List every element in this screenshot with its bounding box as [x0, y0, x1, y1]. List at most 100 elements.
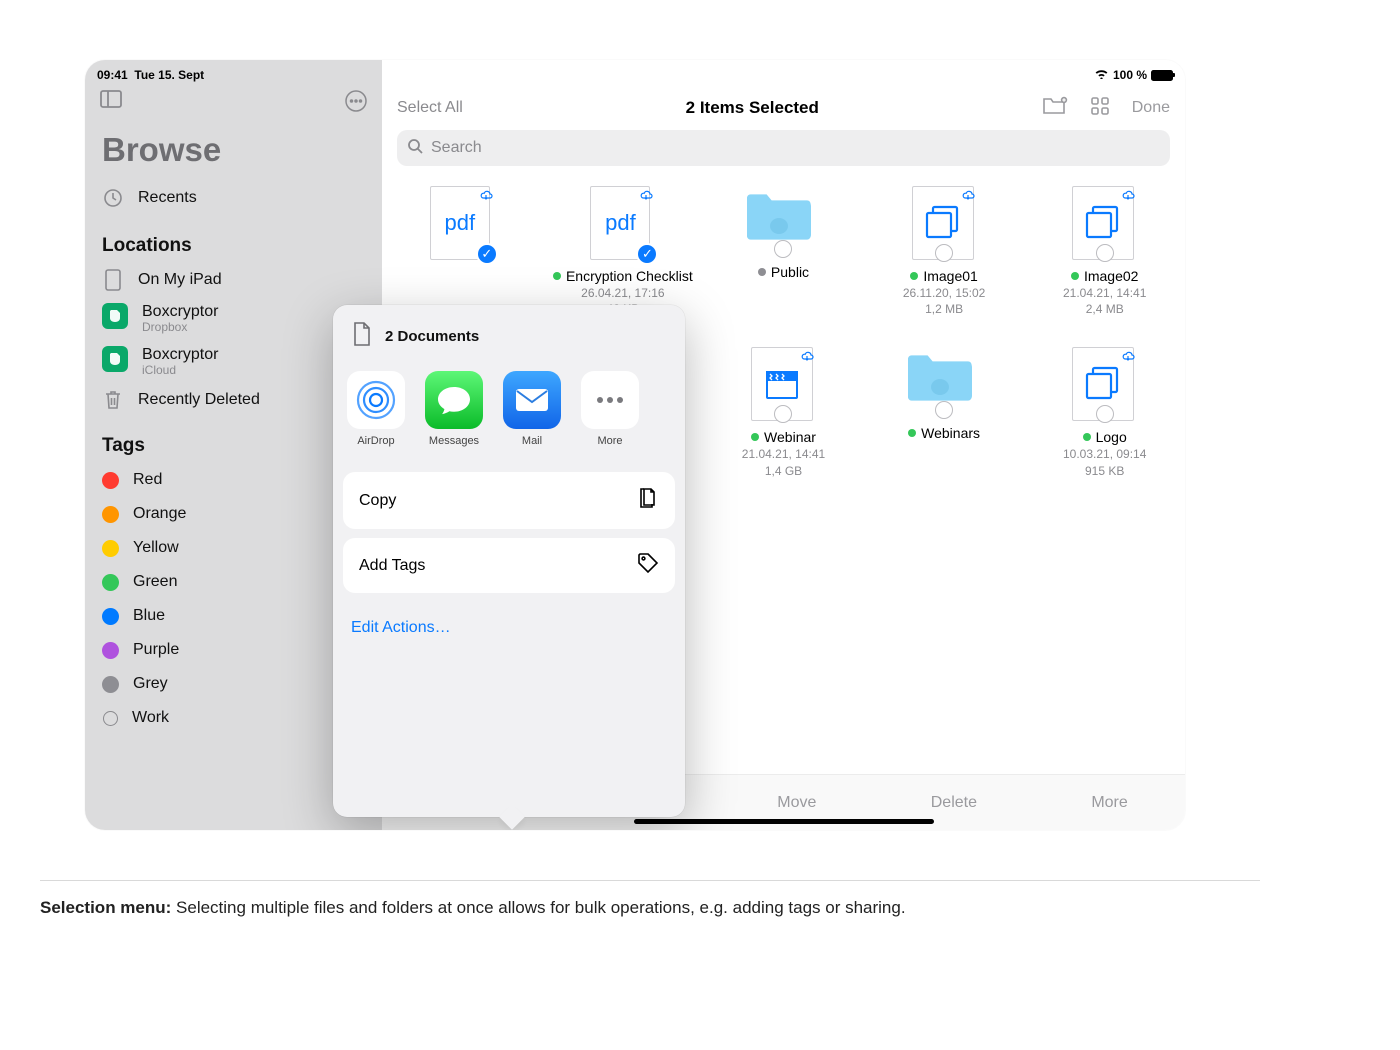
battery-percent: 100 %	[1113, 68, 1147, 82]
more-icon[interactable]	[345, 90, 367, 117]
document-icon	[351, 321, 373, 351]
boxcryptor-icon	[102, 303, 128, 329]
copy-icon	[637, 486, 659, 515]
share-airdrop[interactable]: AirDrop	[347, 371, 405, 447]
mail-icon	[503, 371, 561, 429]
more-share-icon	[581, 371, 639, 429]
status-bar: 09:41 Tue 15. Sept 100 %	[85, 65, 1185, 85]
cloud-icon	[639, 188, 653, 198]
tag-color-icon	[102, 540, 119, 557]
toolbar: Select All 2 Items Selected Done	[382, 88, 1185, 128]
share-sheet: 2 Documents AirDrop Messages	[333, 305, 685, 817]
done-button[interactable]: Done	[1132, 99, 1170, 117]
file-meta: 10.03.21, 09:14915 KB	[1063, 446, 1146, 478]
tag-label: Red	[133, 471, 365, 489]
search-input[interactable]	[431, 139, 1160, 157]
status-dot-icon	[751, 433, 759, 441]
file-item[interactable]: Webinars	[864, 347, 1025, 478]
cloud-icon	[1121, 188, 1135, 198]
file-item[interactable]: Image0221.04.21, 14:412,4 MB	[1024, 186, 1185, 317]
file-thumb: pdf✓	[590, 186, 655, 262]
search-field[interactable]	[397, 130, 1170, 166]
ipad-icon	[102, 269, 124, 291]
bottom-more[interactable]: More	[1081, 794, 1137, 812]
new-folder-icon[interactable]	[1042, 96, 1068, 121]
file-name: Encryption Checklist	[566, 268, 693, 284]
tag-color-icon	[102, 608, 119, 625]
toolbar-title: 2 Items Selected	[463, 98, 1042, 118]
status-date: Tue 15. Sept	[134, 68, 204, 82]
file-thumb	[1072, 186, 1137, 262]
bottom-move[interactable]: Move	[767, 794, 826, 812]
tag-label: Work	[132, 709, 365, 727]
file-meta: 21.04.21, 14:412,4 MB	[1063, 285, 1146, 317]
bottom-delete[interactable]: Delete	[921, 794, 987, 812]
trash-icon	[102, 389, 124, 411]
cloud-icon	[479, 188, 493, 198]
file-meta: 21.04.21, 14:411,4 GB	[742, 446, 825, 478]
search-icon	[407, 138, 423, 159]
clock-icon	[102, 187, 124, 209]
tag-color-icon	[102, 506, 119, 523]
cloud-icon	[961, 188, 975, 198]
tag-color-icon	[102, 574, 119, 591]
status-dot-icon	[1071, 272, 1079, 280]
sidebar-location-ipad[interactable]: On My iPad	[85, 263, 382, 297]
file-thumb	[743, 186, 823, 258]
status-dot-icon	[908, 429, 916, 437]
file-item[interactable]: Image0126.11.20, 15:021,2 MB	[864, 186, 1025, 317]
tag-label: Blue	[133, 607, 365, 625]
file-item[interactable]: pdf✓	[382, 186, 543, 317]
tag-icon	[637, 552, 659, 579]
tag-label: Green	[133, 573, 365, 591]
file-item[interactable]: pdf✓Encryption Checklist26.04.21, 17:164…	[543, 186, 704, 317]
sidebar-recents[interactable]: Recents	[85, 179, 382, 217]
file-name-row: Webinar	[751, 429, 816, 445]
sidebar-title: Browse	[85, 117, 382, 179]
caption-separator	[40, 880, 1260, 881]
file-name: Public	[771, 264, 809, 280]
file-item[interactable]: Public	[703, 186, 864, 317]
select-all-button[interactable]: Select All	[397, 99, 463, 117]
tag-color-icon	[103, 711, 118, 726]
sheet-title: 2 Documents	[385, 328, 479, 345]
sidebar-toggle-icon[interactable]	[100, 90, 122, 117]
view-grid-icon[interactable]	[1090, 96, 1110, 121]
file-thumb	[1072, 347, 1137, 423]
status-dot-icon	[553, 272, 561, 280]
share-mail[interactable]: Mail	[503, 371, 561, 447]
file-thumb	[912, 186, 977, 262]
file-name-row: Encryption Checklist	[553, 268, 693, 284]
file-name: Image01	[923, 268, 977, 284]
copy-action[interactable]: Copy	[343, 472, 675, 529]
file-thumb: pdf✓	[430, 186, 495, 262]
add-tags-action[interactable]: Add Tags	[343, 538, 675, 593]
file-item[interactable]: Webinar21.04.21, 14:411,4 GB	[703, 347, 864, 478]
file-thumb	[751, 347, 816, 423]
file-name-row: Image02	[1071, 268, 1138, 284]
file-name: Logo	[1096, 429, 1127, 445]
file-name-row: Webinars	[908, 425, 980, 441]
airdrop-icon	[347, 371, 405, 429]
file-name-row: Public	[758, 264, 809, 280]
file-item[interactable]: Logo10.03.21, 09:14915 KB	[1024, 347, 1185, 478]
edit-actions[interactable]: Edit Actions…	[333, 605, 685, 655]
share-messages[interactable]: Messages	[425, 371, 483, 447]
home-indicator	[634, 819, 934, 824]
tag-label: Purple	[133, 641, 365, 659]
file-meta: 26.11.20, 15:021,2 MB	[903, 285, 986, 317]
caption: Selection menu: Selecting multiple files…	[40, 898, 906, 918]
file-name: Webinars	[921, 425, 980, 441]
tag-label: Orange	[133, 505, 365, 523]
messages-icon	[425, 371, 483, 429]
file-name-row: Logo	[1083, 429, 1127, 445]
battery-icon	[1151, 70, 1173, 81]
tag-label: Grey	[133, 675, 365, 693]
file-name-row: Image01	[910, 268, 977, 284]
status-dot-icon	[1083, 433, 1091, 441]
boxcryptor-icon	[102, 346, 128, 372]
wifi-icon	[1094, 68, 1109, 82]
status-time: 09:41	[97, 68, 128, 82]
share-more[interactable]: More	[581, 371, 639, 447]
tag-color-icon	[102, 642, 119, 659]
